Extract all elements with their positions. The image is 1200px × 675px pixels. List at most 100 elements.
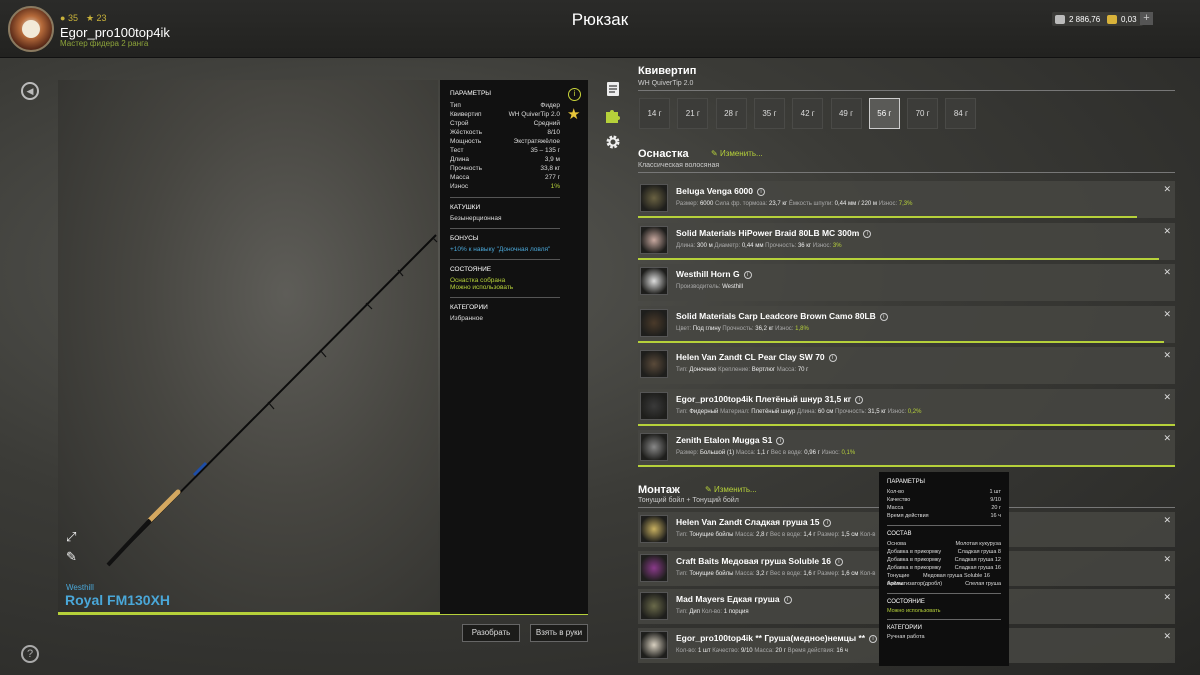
detail-key: Кол-в <box>860 532 876 538</box>
close-icon[interactable]: ✕ <box>1163 392 1171 403</box>
detail-key: Качество: <box>712 647 740 654</box>
detail-key: Материал: <box>720 408 750 415</box>
disassemble-button[interactable]: Разобрать <box>462 624 520 642</box>
detail-value: Дип <box>689 609 701 615</box>
detail-value: Доночное <box>689 367 717 373</box>
detail-value: 1,1 г <box>757 450 770 456</box>
item-card[interactable]: Beluga Venga 6000 i Размер: 6000 Сила фр. … <box>638 181 1175 218</box>
expand-icon[interactable]: ⤢ <box>66 530 80 544</box>
gear-icon[interactable] <box>605 134 621 150</box>
quivertip-weight-button[interactable]: 35 г <box>753 98 785 129</box>
item-card[interactable]: Zenith Etalon Mugga S1 i Размер: Большой (… <box>638 430 1175 467</box>
info-icon[interactable]: i <box>757 188 766 196</box>
puzzle-icon[interactable] <box>605 108 621 124</box>
detail-key: Кол-во: <box>701 609 723 615</box>
close-icon[interactable]: ✕ <box>1163 631 1171 642</box>
help-icon[interactable]: ? <box>21 645 39 663</box>
info-icon[interactable]: i <box>828 354 837 362</box>
bonus-value: +10% к навыку "Доночная ловля" <box>450 246 551 253</box>
info-icon[interactable]: i <box>568 88 581 101</box>
info-icon[interactable]: i <box>869 634 878 643</box>
param-value: 33,8 кг <box>540 165 560 172</box>
item-name-text: Zenith Etalon Mugga S1 <box>676 435 773 445</box>
detail-key: Размер: <box>676 450 699 456</box>
close-icon[interactable]: ✕ <box>1163 433 1171 444</box>
detail-key: Вес в воде: <box>770 570 802 577</box>
star-icon[interactable]: ★ <box>567 105 580 123</box>
detail-value: Большой (1) <box>699 450 735 456</box>
notes-icon[interactable] <box>605 81 621 97</box>
param-key: Добавка в прикормку <box>887 557 942 563</box>
quivertip-weight-button[interactable]: 21 г <box>677 98 709 129</box>
detail-key: Длина: <box>676 242 696 249</box>
montage-edit-link[interactable]: ✎ Изменить... <box>705 485 757 494</box>
param-key: Основа <box>887 541 907 547</box>
quivertip-weight-button[interactable]: 42 г <box>792 98 824 129</box>
buy-currency-button[interactable]: + <box>1140 12 1153 25</box>
item-card[interactable]: Westhill Horn Gi Производитель: Westhill … <box>638 264 1175 301</box>
page-title: Рюкзак <box>571 10 629 29</box>
quivertip-subtitle: WH QuiverTip 2.0 <box>638 80 694 87</box>
tackle-edit-link[interactable]: ✎ Изменить... <box>711 149 763 158</box>
param-value: Экстратяжёлое <box>513 138 560 145</box>
param-key: Тип <box>450 102 461 109</box>
item-name: Helen Van Zandt Сладкая груша 15 i <box>676 517 832 527</box>
take-in-hands-button[interactable]: Взять в руки <box>530 624 588 642</box>
param-row: Добавка в прикормку Сладкая груша 12 <box>887 556 1001 564</box>
detail-value: Тонущие бойлы <box>689 570 734 577</box>
info-icon[interactable]: i <box>879 312 888 321</box>
param-key: Длина <box>450 156 470 163</box>
detail-value: 1,6 г <box>803 570 816 577</box>
item-card[interactable]: Solid Materials HiPower Braid 80LB MC 30… <box>638 222 1175 260</box>
item-details: Кол-во: 1 шт Качество: 9/10 Масса: 20 г … <box>676 648 848 654</box>
close-icon[interactable]: ✕ <box>1163 592 1171 603</box>
param-row: Износ 1% <box>450 182 560 191</box>
quivertip-weight-button[interactable]: 70 г <box>907 98 939 129</box>
param-value: 1% <box>550 183 560 190</box>
brush-icon[interactable]: ✎ <box>66 550 80 564</box>
info-icon[interactable]: i <box>776 437 785 445</box>
item-details: Тип: Тонущие бойлы Масса: 2,8 г Вес в во… <box>676 532 875 538</box>
detail-value: 0,44 мм <box>741 242 764 249</box>
param-value: Средний <box>533 120 560 127</box>
close-icon[interactable]: ✕ <box>1163 515 1171 526</box>
quivertip-weight-button[interactable]: 49 г <box>830 98 862 129</box>
info-icon[interactable]: i <box>863 229 872 238</box>
info-icon[interactable]: i <box>823 519 832 527</box>
info-icon[interactable]: i <box>743 271 752 279</box>
detail-key: Масса: <box>735 532 755 538</box>
info-icon[interactable]: i <box>783 596 792 604</box>
item-thumbnail <box>640 308 668 337</box>
detail-value: 0,2% <box>907 408 922 415</box>
close-icon[interactable]: ✕ <box>1163 309 1171 320</box>
item-card[interactable]: Helen Van Zandt CL Pear Clay SW 70 i Тип: … <box>638 347 1175 384</box>
close-icon[interactable]: ✕ <box>1163 554 1171 565</box>
quivertip-weight-button[interactable]: 14 г <box>639 98 670 129</box>
rod-viewport[interactable] <box>58 80 438 614</box>
quivertip-weight-button[interactable]: 84 г <box>945 98 977 129</box>
detail-key: Износ: <box>878 201 898 207</box>
close-icon[interactable]: ✕ <box>1163 350 1171 361</box>
close-icon[interactable]: ✕ <box>1163 184 1171 195</box>
item-card[interactable]: Egor_pro100top4ik Плетёный шнур 31,5 кг i… <box>638 388 1175 426</box>
param-key: Квивертип <box>450 111 482 118</box>
param-value: 1 шт <box>989 489 1001 495</box>
param-value: Сладкая груша 12 <box>954 557 1001 563</box>
quivertip-weight-button[interactable]: 56 г <box>868 98 900 129</box>
close-icon[interactable]: ✕ <box>1163 226 1171 237</box>
param-key: Износ <box>450 183 469 190</box>
info-icon[interactable]: i <box>834 557 843 566</box>
close-icon[interactable]: ✕ <box>1163 267 1171 278</box>
param-value: Молотая кукуруза <box>955 541 1001 547</box>
info-icon[interactable]: i <box>855 395 864 404</box>
param-value: 8/10 <box>547 129 560 136</box>
back-icon[interactable]: ◀ <box>21 82 39 100</box>
montage-title: Монтаж <box>638 484 680 496</box>
detail-value: 20 г <box>775 647 786 654</box>
item-card[interactable]: Solid Materials Carp Leadcore Brown Camo… <box>638 305 1175 343</box>
param-key: Ароматизатор <box>887 581 924 587</box>
param-row: Время действия 16 ч <box>887 512 1001 520</box>
item-wear-bar <box>638 423 1175 426</box>
quivertip-weight-button[interactable]: 28 г <box>715 98 747 129</box>
item-details: Тип: Доночное Крепление: Вертлюг Масса: … <box>676 367 808 373</box>
